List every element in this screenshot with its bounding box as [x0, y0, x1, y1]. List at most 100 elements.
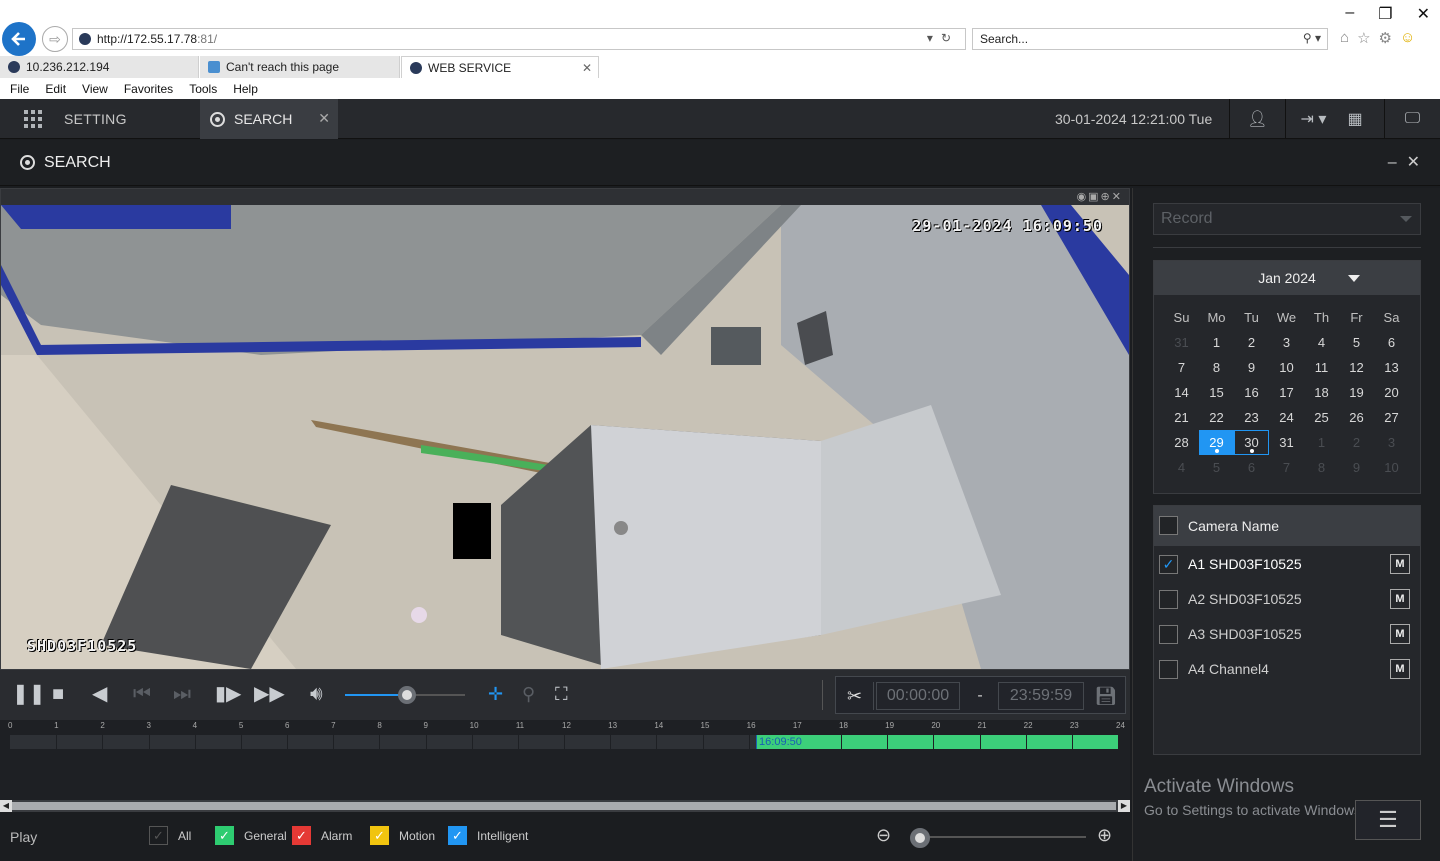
- checkbox-all[interactable]: ✓: [149, 826, 168, 845]
- timeline-scrollbar[interactable]: ◀ ▶: [0, 800, 1130, 812]
- star-icon[interactable]: ☆: [1357, 29, 1370, 47]
- checkbox-general[interactable]: ✓: [215, 826, 234, 845]
- checkbox-alarm[interactable]: ✓: [292, 826, 311, 845]
- refresh-icon[interactable]: ▾↻: [927, 31, 959, 45]
- setting-tab[interactable]: SETTING: [64, 111, 127, 127]
- calendar-day[interactable]: 2: [1234, 330, 1269, 355]
- back-button[interactable]: [2, 22, 36, 56]
- calendar-day[interactable]: 24: [1269, 405, 1304, 430]
- camera-row[interactable]: A2 SHD03F10525 M: [1154, 581, 1420, 616]
- calendar-day[interactable]: 27: [1374, 405, 1409, 430]
- menu-file[interactable]: File: [10, 82, 29, 96]
- camera-checkbox[interactable]: ✓: [1159, 555, 1178, 574]
- minimize-icon[interactable]: –: [1345, 4, 1354, 24]
- smiley-icon[interactable]: ☺: [1400, 29, 1415, 47]
- calendar-header[interactable]: Jan 2024: [1154, 261, 1420, 295]
- close-tab-icon[interactable]: ✕: [582, 61, 592, 75]
- home-icon[interactable]: ⌂: [1340, 29, 1349, 47]
- filter-motion[interactable]: ✓ Motion: [370, 826, 435, 845]
- volume-knob[interactable]: [398, 686, 416, 704]
- filter-general[interactable]: ✓ General: [215, 826, 287, 845]
- main-menu-icon[interactable]: [24, 110, 42, 128]
- filter-intelligent[interactable]: ✓ Intelligent: [448, 826, 528, 845]
- timeline-zoom-slider[interactable]: [918, 836, 1086, 838]
- calendar-day[interactable]: 5: [1339, 330, 1374, 355]
- calendar-day[interactable]: 26: [1339, 405, 1374, 430]
- calendar-day[interactable]: 14: [1164, 380, 1199, 405]
- calendar-day[interactable]: 8: [1304, 455, 1339, 480]
- browser-tab-3[interactable]: WEB SERVICE ✕: [401, 56, 599, 78]
- calendar-day[interactable]: 29: [1199, 430, 1234, 455]
- menu-tools[interactable]: Tools: [189, 82, 217, 96]
- calendar-day[interactable]: 7: [1164, 355, 1199, 380]
- fullscreen-button[interactable]: ⛶: [555, 682, 568, 706]
- list-menu-button[interactable]: ☰: [1355, 800, 1421, 840]
- calendar-day[interactable]: 3: [1374, 430, 1409, 455]
- calendar-day[interactable]: 19: [1339, 380, 1374, 405]
- scroll-thumb[interactable]: [12, 802, 1116, 810]
- clip-start-field[interactable]: 00:00:00: [876, 682, 960, 710]
- calendar-day[interactable]: 21: [1164, 405, 1199, 430]
- calendar-day[interactable]: 10: [1269, 355, 1304, 380]
- calendar-day[interactable]: 8: [1199, 355, 1234, 380]
- timeline[interactable]: 0 1 2 3 4 5 6 7 8 9 10 11 12 13 14 15 16 17 18 19 20 21 22 23 24…: [0, 720, 1130, 800]
- calendar-day[interactable]: 25: [1304, 405, 1339, 430]
- calendar-day[interactable]: 16: [1234, 380, 1269, 405]
- calendar-day[interactable]: 31: [1164, 330, 1199, 355]
- calendar-day[interactable]: 18: [1304, 380, 1339, 405]
- stop-button[interactable]: ■: [52, 682, 64, 706]
- calendar-day[interactable]: 2: [1339, 430, 1374, 455]
- scroll-left-icon[interactable]: ◀: [0, 800, 12, 812]
- volume-button[interactable]: 🔊︎: [310, 682, 323, 706]
- calendar-day[interactable]: 5: [1199, 455, 1234, 480]
- calendar-day[interactable]: 6: [1234, 455, 1269, 480]
- calendar-day[interactable]: 28: [1164, 430, 1199, 455]
- browser-search-input[interactable]: Search... ⚲ ▾: [972, 28, 1328, 50]
- close-tab-icon[interactable]: ✕: [318, 110, 330, 127]
- timeline-track[interactable]: 16:09:50: [10, 735, 1118, 749]
- calendar-day[interactable]: 11: [1304, 355, 1339, 380]
- clip-end-field[interactable]: 23:59:59: [998, 682, 1084, 710]
- camera-row[interactable]: A3 SHD03F10525 M: [1154, 616, 1420, 651]
- video-tool-icons[interactable]: ◉▣⊕✕: [1077, 190, 1123, 203]
- calendar-day[interactable]: 30: [1234, 430, 1269, 455]
- calendar-day[interactable]: 9: [1234, 355, 1269, 380]
- display-button[interactable]: 🖵︎: [1384, 99, 1440, 139]
- calendar-day[interactable]: 15: [1199, 380, 1234, 405]
- scroll-right-icon[interactable]: ▶: [1118, 800, 1130, 812]
- filter-all[interactable]: ✓ All: [149, 826, 191, 845]
- qr-button[interactable]: ▦: [1341, 99, 1369, 139]
- calendar-day[interactable]: 31: [1269, 430, 1304, 455]
- logout-button[interactable]: ⇥ ▾: [1285, 99, 1341, 139]
- fast-forward-button[interactable]: ▶▶: [254, 682, 285, 706]
- digital-zoom-button[interactable]: ✛: [488, 682, 503, 706]
- select-all-checkbox[interactable]: [1159, 516, 1178, 535]
- video-frame[interactable]: 29-01-2024 16:09:50 SHD03F10525: [1, 205, 1129, 669]
- calendar-day[interactable]: 23: [1234, 405, 1269, 430]
- calendar-day[interactable]: 7: [1269, 455, 1304, 480]
- save-clip-button[interactable]: 💾︎: [1088, 682, 1124, 710]
- calendar-day[interactable]: 13: [1374, 355, 1409, 380]
- main-stream-button[interactable]: M: [1390, 589, 1410, 609]
- calendar-day[interactable]: 20: [1374, 380, 1409, 405]
- calendar-day[interactable]: 4: [1164, 455, 1199, 480]
- calendar-day[interactable]: 22: [1199, 405, 1234, 430]
- prev-frame-button[interactable]: ⏮︎: [133, 682, 151, 706]
- smart-search-button[interactable]: ⚲: [522, 682, 535, 706]
- panel-window-controls[interactable]: –✕: [1388, 152, 1430, 172]
- zoom-in-icon[interactable]: ⊕: [1097, 825, 1112, 846]
- calendar-day[interactable]: 17: [1269, 380, 1304, 405]
- calendar-day[interactable]: 9: [1339, 455, 1374, 480]
- search-icon[interactable]: ⚲ ▾: [1303, 31, 1321, 45]
- browser-tab-2[interactable]: Can't reach this page: [200, 56, 400, 78]
- calendar-day[interactable]: 1: [1199, 330, 1234, 355]
- checkbox-motion[interactable]: ✓: [370, 826, 389, 845]
- camera-row[interactable]: A4 Channel4 M: [1154, 651, 1420, 686]
- zoom-knob[interactable]: [910, 828, 930, 848]
- camera-checkbox[interactable]: [1159, 625, 1178, 644]
- main-stream-button[interactable]: M: [1390, 659, 1410, 679]
- checkbox-intelligent[interactable]: ✓: [448, 826, 467, 845]
- menu-help[interactable]: Help: [233, 82, 258, 96]
- reverse-play-button[interactable]: ◀: [92, 682, 107, 706]
- menu-favorites[interactable]: Favorites: [124, 82, 173, 96]
